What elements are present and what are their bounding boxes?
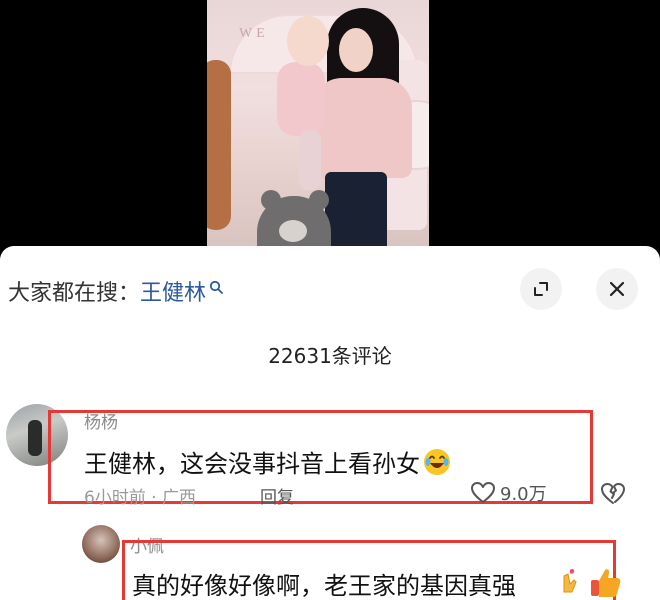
- partial-person: [207, 60, 231, 230]
- video-frame[interactable]: WE: [207, 0, 429, 250]
- heart-outline-icon: [471, 482, 495, 503]
- comment-text: 王健林，这会没事抖音上看孙女: [84, 444, 452, 479]
- baby-head: [287, 16, 329, 66]
- expand-button[interactable]: [520, 268, 562, 310]
- search-term-link[interactable]: 王健林: [140, 275, 206, 307]
- laughing-emoji-icon: [424, 448, 450, 475]
- comment-meta: 6小时前 · 广西: [84, 488, 197, 508]
- woman-top: [312, 78, 412, 178]
- woman-face: [339, 28, 373, 72]
- background-sign-text: WE: [239, 26, 269, 41]
- search-icon: [209, 280, 223, 294]
- avatar[interactable]: [82, 525, 120, 563]
- reply-button[interactable]: 回复: [260, 483, 294, 508]
- comment-text: 真的好像好像啊，老王家的基因真强: [132, 572, 516, 600]
- baby-legs: [299, 130, 321, 190]
- woman-pants: [325, 172, 387, 250]
- comment-count: 22631条评论: [268, 344, 392, 368]
- close-icon: [609, 281, 625, 297]
- dislike-button[interactable]: [600, 482, 626, 510]
- expand-icon: [534, 282, 548, 296]
- search-suggestion[interactable]: 大家都在搜： 王健林: [8, 276, 223, 306]
- search-prefix: 大家都在搜：: [8, 281, 141, 306]
- finger-heart-emoji-icon: [563, 568, 577, 593]
- like-button[interactable]: 9.0万: [470, 480, 547, 506]
- video-player[interactable]: WE: [0, 0, 660, 250]
- broken-heart-icon: [601, 483, 625, 504]
- avatar-figure: [28, 420, 42, 456]
- baby-body: [277, 62, 325, 136]
- teddy-bear-face: [279, 220, 307, 242]
- like-count: 9.0万: [500, 484, 547, 505]
- close-button[interactable]: [596, 268, 638, 310]
- comment-text-content: 王健林，这会没事抖音上看孙女: [84, 450, 420, 478]
- thumbs-up-emoji-icon: [591, 569, 621, 597]
